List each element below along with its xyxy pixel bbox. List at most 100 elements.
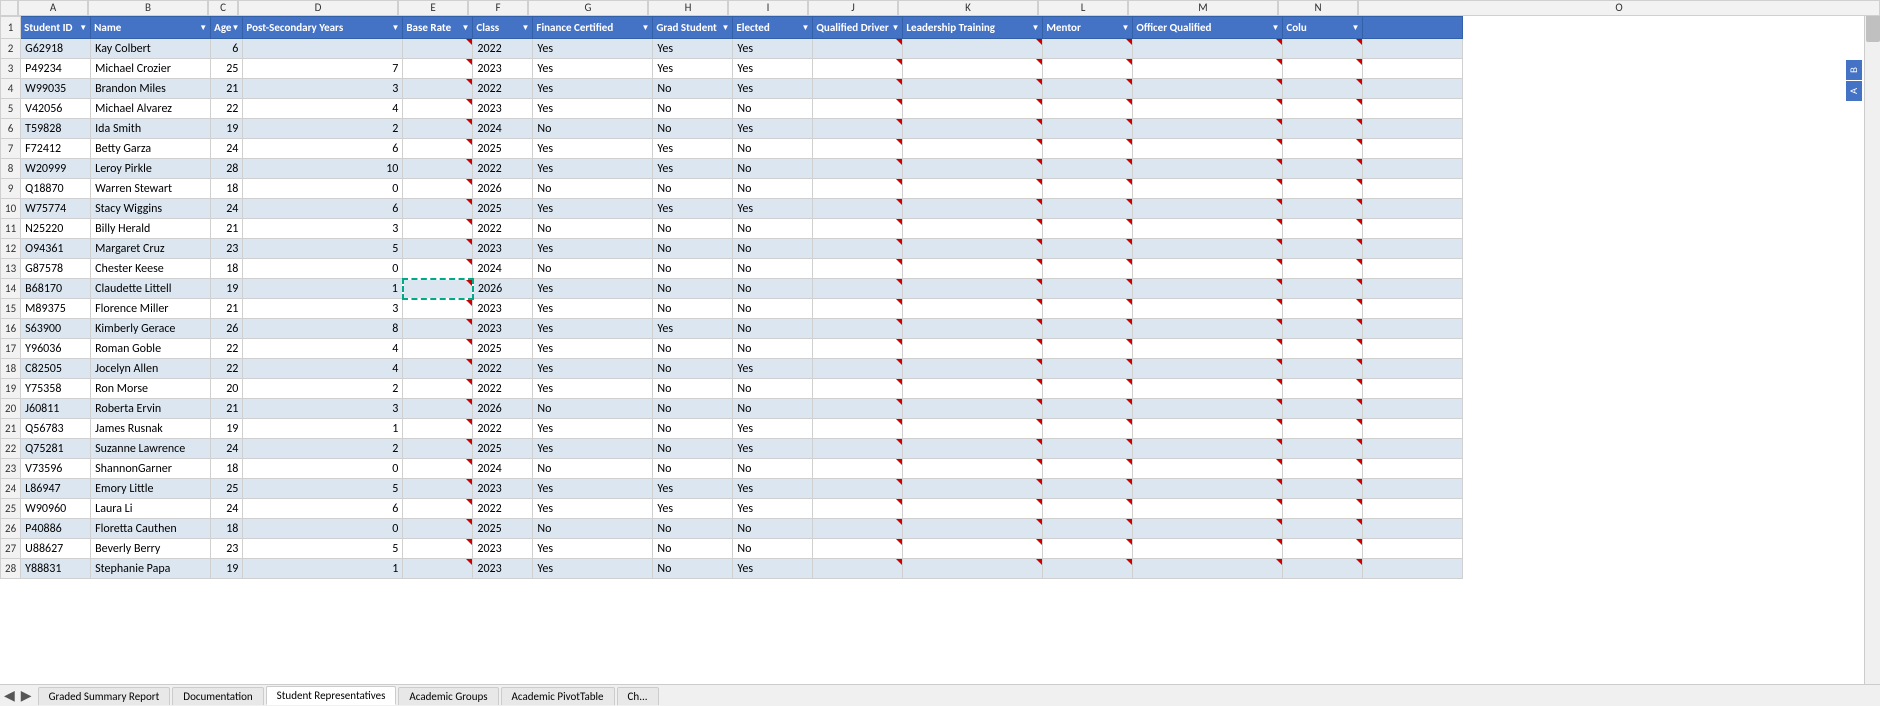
row-num-cell[interactable]: 25 — [1, 499, 21, 519]
finance-certified-cell[interactable]: Yes — [533, 359, 653, 379]
officer-qualified-cell[interactable] — [1133, 519, 1283, 539]
base-rate-cell[interactable] — [403, 199, 473, 219]
leadership-training-cell[interactable] — [903, 39, 1043, 59]
filter-arrow-class[interactable]: ▼ — [521, 23, 529, 33]
base-rate-cell[interactable] — [403, 179, 473, 199]
elected-cell[interactable]: No — [733, 139, 813, 159]
mentor-cell[interactable] — [1043, 559, 1133, 579]
age-cell[interactable]: 19 — [211, 559, 243, 579]
mentor-cell[interactable] — [1043, 359, 1133, 379]
officer-qualified-cell[interactable] — [1133, 199, 1283, 219]
side-button-b[interactable]: B — [1846, 60, 1862, 80]
post-secondary-cell[interactable]: 6 — [243, 199, 403, 219]
mentor-cell[interactable] — [1043, 79, 1133, 99]
class-cell[interactable]: 2023 — [473, 59, 533, 79]
row-num-cell[interactable]: 8 — [1, 159, 21, 179]
leadership-training-cell[interactable] — [903, 419, 1043, 439]
extra-cell[interactable] — [1363, 279, 1463, 299]
extra-cell[interactable] — [1363, 179, 1463, 199]
extra-cell[interactable] — [1363, 159, 1463, 179]
row-num-cell[interactable]: 20 — [1, 399, 21, 419]
leadership-training-cell[interactable] — [903, 499, 1043, 519]
student-id-cell[interactable]: W90960 — [21, 499, 91, 519]
finance-certified-cell[interactable]: No — [533, 519, 653, 539]
colu-cell[interactable] — [1283, 519, 1363, 539]
mentor-cell[interactable] — [1043, 279, 1133, 299]
student-id-cell[interactable]: V73596 — [21, 459, 91, 479]
qualified-driver-cell[interactable] — [813, 439, 903, 459]
grad-student-cell[interactable]: No — [653, 79, 733, 99]
colu-cell[interactable] — [1283, 119, 1363, 139]
row-num-cell[interactable]: 3 — [1, 59, 21, 79]
student-id-cell[interactable]: P40886 — [21, 519, 91, 539]
class-cell[interactable]: 2023 — [473, 299, 533, 319]
filter-arrow-leadership[interactable]: ▼ — [1031, 23, 1039, 33]
base-rate-cell[interactable] — [403, 339, 473, 359]
officer-qualified-cell[interactable] — [1133, 339, 1283, 359]
base-rate-cell[interactable] — [403, 399, 473, 419]
filter-arrow-base-rate[interactable]: ▼ — [461, 23, 469, 33]
colu-cell[interactable] — [1283, 159, 1363, 179]
officer-qualified-cell[interactable] — [1133, 539, 1283, 559]
extra-cell[interactable] — [1363, 199, 1463, 219]
qualified-driver-cell[interactable] — [813, 259, 903, 279]
age-cell[interactable]: 24 — [211, 139, 243, 159]
finance-certified-cell[interactable]: Yes — [533, 539, 653, 559]
class-cell[interactable]: 2025 — [473, 339, 533, 359]
officer-qualified-cell[interactable] — [1133, 179, 1283, 199]
name-cell[interactable]: Betty Garza — [91, 139, 211, 159]
age-cell[interactable]: 24 — [211, 199, 243, 219]
class-cell[interactable]: 2022 — [473, 159, 533, 179]
name-cell[interactable]: Michael Crozier — [91, 59, 211, 79]
student-id-cell[interactable]: G62918 — [21, 39, 91, 59]
extra-cell[interactable] — [1363, 99, 1463, 119]
finance-certified-cell[interactable]: No — [533, 459, 653, 479]
elected-cell[interactable]: Yes — [733, 419, 813, 439]
name-cell[interactable]: Warren Stewart — [91, 179, 211, 199]
row-num-cell[interactable]: 18 — [1, 359, 21, 379]
filter-arrow-post-secondary[interactable]: ▼ — [391, 23, 399, 33]
age-cell[interactable]: 25 — [211, 479, 243, 499]
class-cell[interactable]: 2023 — [473, 99, 533, 119]
row-num-cell[interactable]: 7 — [1, 139, 21, 159]
officer-qualified-cell[interactable] — [1133, 399, 1283, 419]
leadership-training-cell[interactable] — [903, 179, 1043, 199]
class-cell[interactable]: 2026 — [473, 399, 533, 419]
base-rate-cell[interactable] — [403, 419, 473, 439]
mentor-cell[interactable] — [1043, 339, 1133, 359]
colu-cell[interactable] — [1283, 319, 1363, 339]
mentor-cell[interactable] — [1043, 459, 1133, 479]
leadership-training-cell[interactable] — [903, 199, 1043, 219]
age-cell[interactable]: 23 — [211, 239, 243, 259]
filter-arrow-age[interactable]: ▼ — [231, 23, 239, 33]
elected-cell[interactable]: No — [733, 159, 813, 179]
header-officer-qualified[interactable]: Officer Qualified ▼ — [1133, 17, 1283, 39]
officer-qualified-cell[interactable] — [1133, 99, 1283, 119]
col-letter-L[interactable]: L — [1038, 0, 1128, 16]
colu-cell[interactable] — [1283, 219, 1363, 239]
student-id-cell[interactable]: T59828 — [21, 119, 91, 139]
header-name[interactable]: Name ▼ — [91, 17, 211, 39]
qualified-driver-cell[interactable] — [813, 519, 903, 539]
grad-student-cell[interactable]: No — [653, 519, 733, 539]
colu-cell[interactable] — [1283, 459, 1363, 479]
student-id-cell[interactable]: Y88831 — [21, 559, 91, 579]
officer-qualified-cell[interactable] — [1133, 279, 1283, 299]
col-letter-H[interactable]: H — [648, 0, 728, 16]
col-letter-F[interactable]: F — [468, 0, 528, 16]
vertical-scrollbar[interactable] — [1864, 0, 1880, 684]
qualified-driver-cell[interactable] — [813, 299, 903, 319]
student-id-cell[interactable]: U88627 — [21, 539, 91, 559]
leadership-training-cell[interactable] — [903, 219, 1043, 239]
mentor-cell[interactable] — [1043, 119, 1133, 139]
header-post-secondary[interactable]: Post-Secondary Years ▼ — [243, 17, 403, 39]
finance-certified-cell[interactable]: No — [533, 219, 653, 239]
base-rate-cell[interactable] — [403, 139, 473, 159]
colu-cell[interactable] — [1283, 419, 1363, 439]
mentor-cell[interactable] — [1043, 319, 1133, 339]
extra-cell[interactable] — [1363, 39, 1463, 59]
base-rate-cell[interactable] — [403, 319, 473, 339]
tab-ch[interactable]: Ch... — [617, 687, 659, 705]
extra-cell[interactable] — [1363, 59, 1463, 79]
class-cell[interactable]: 2022 — [473, 379, 533, 399]
